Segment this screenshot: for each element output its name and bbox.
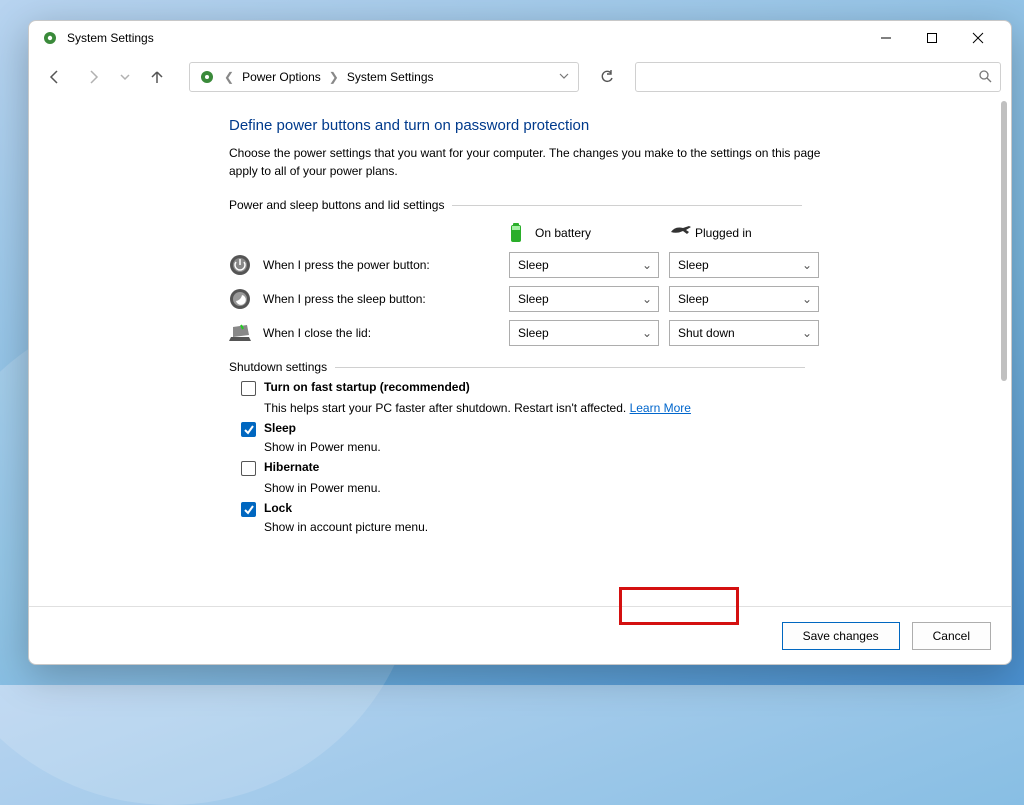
sleep-option-desc: Show in Power menu. — [264, 440, 983, 454]
hibernate-checkbox[interactable]: Hibernate — [241, 460, 319, 476]
footer: Save changes Cancel — [29, 606, 1011, 664]
scrollbar[interactable] — [1001, 101, 1007, 381]
fast-startup-desc: This helps start your PC faster after sh… — [264, 401, 983, 415]
power-options-icon — [198, 68, 216, 86]
chevron-down-icon: ⌄ — [642, 258, 652, 272]
gear-icon — [41, 29, 59, 47]
power-button-plugged-select[interactable]: Sleep⌄ — [669, 252, 819, 278]
page-description: Choose the power settings that you want … — [229, 144, 849, 180]
chevron-down-icon: ⌄ — [642, 326, 652, 340]
titlebar: System Settings — [29, 21, 1011, 55]
toolbar: ❮ Power Options ❯ System Settings — [29, 55, 1011, 99]
row-sleep-button: When I press the sleep button: Sleep⌄ Sl… — [229, 286, 983, 312]
chevron-down-icon[interactable] — [558, 70, 570, 85]
sleep-button-icon — [229, 288, 251, 310]
chevron-right-icon: ❯ — [325, 70, 343, 84]
content-area: Define power buttons and turn on passwor… — [29, 99, 1011, 606]
hibernate-option-label: Hibernate — [264, 460, 319, 474]
mode-headers: On battery Plugged in — [229, 222, 983, 244]
breadcrumb-system-settings[interactable]: System Settings — [343, 70, 438, 84]
close-button[interactable] — [955, 23, 1001, 53]
recent-locations-button[interactable] — [115, 63, 135, 91]
chevron-down-icon: ⌄ — [802, 258, 812, 272]
sleep-button-battery-select[interactable]: Sleep⌄ — [509, 286, 659, 312]
section-power-buttons-label: Power and sleep buttons and lid settings — [229, 198, 983, 212]
sleep-button-label: When I press the sleep button: — [263, 292, 509, 306]
chevron-down-icon: ⌄ — [802, 326, 812, 340]
power-button-icon — [229, 254, 251, 276]
learn-more-link[interactable]: Learn More — [630, 401, 691, 415]
search-box[interactable] — [635, 62, 1001, 92]
plugged-in-label: Plugged in — [695, 226, 752, 240]
sleep-button-plugged-select[interactable]: Sleep⌄ — [669, 286, 819, 312]
window-title: System Settings — [67, 31, 154, 45]
refresh-button[interactable] — [591, 62, 623, 92]
breadcrumb-power-options[interactable]: Power Options — [238, 70, 325, 84]
close-lid-label: When I close the lid: — [263, 326, 509, 340]
section-shutdown-label: Shutdown settings — [229, 360, 983, 374]
back-button[interactable] — [39, 63, 71, 91]
forward-button[interactable] — [77, 63, 109, 91]
row-power-button: When I press the power button: Sleep⌄ Sl… — [229, 252, 983, 278]
close-lid-battery-select[interactable]: Sleep⌄ — [509, 320, 659, 346]
lock-option-label: Lock — [264, 501, 292, 515]
chevron-down-icon: ⌄ — [642, 292, 652, 306]
minimize-button[interactable] — [863, 23, 909, 53]
lock-option-desc: Show in account picture menu. — [264, 520, 983, 534]
up-button[interactable] — [141, 63, 173, 91]
chevron-down-icon: ⌄ — [802, 292, 812, 306]
fast-startup-label: Turn on fast startup (recommended) — [264, 380, 470, 394]
close-lid-plugged-select[interactable]: Shut down⌄ — [669, 320, 819, 346]
address-bar[interactable]: ❮ Power Options ❯ System Settings — [189, 62, 579, 92]
on-battery-label: On battery — [535, 226, 591, 240]
search-icon — [978, 69, 992, 86]
cancel-button[interactable]: Cancel — [912, 622, 991, 650]
save-changes-button[interactable]: Save changes — [782, 622, 900, 650]
battery-icon — [509, 222, 527, 244]
row-close-lid: When I close the lid: Sleep⌄ Shut down⌄ — [229, 320, 983, 346]
maximize-button[interactable] — [909, 23, 955, 53]
sleep-checkbox[interactable]: Sleep — [241, 421, 296, 437]
window: System Settings ❮ Power Options ❯ System… — [28, 20, 1012, 665]
chevron-right-icon: ❮ — [220, 70, 238, 84]
lock-checkbox[interactable]: Lock — [241, 501, 292, 517]
page-title: Define power buttons and turn on passwor… — [229, 117, 983, 134]
hibernate-option-desc: Show in Power menu. — [264, 481, 983, 495]
sleep-option-label: Sleep — [264, 421, 296, 435]
laptop-lid-icon — [229, 322, 251, 344]
plug-icon — [669, 222, 687, 244]
fast-startup-checkbox[interactable]: Turn on fast startup (recommended) — [241, 380, 470, 396]
power-button-battery-select[interactable]: Sleep⌄ — [509, 252, 659, 278]
power-button-label: When I press the power button: — [263, 258, 509, 272]
